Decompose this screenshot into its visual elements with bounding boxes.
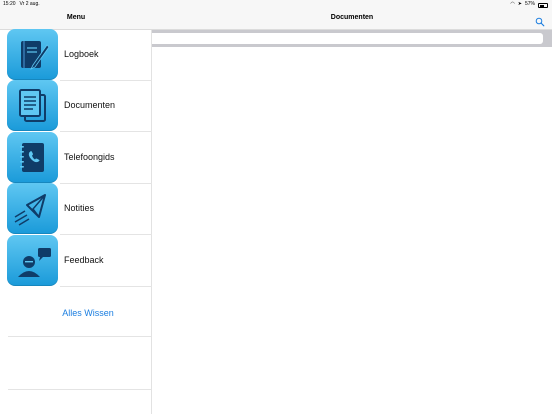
phonebook-icon: [7, 132, 58, 183]
sidebar-item-logboek[interactable]: Logboek: [0, 29, 152, 81]
clear-all-button[interactable]: Alles Wissen: [30, 308, 146, 318]
wifi-icon: ◠: [510, 1, 515, 7]
sidebar-item-label: Logboek: [64, 49, 99, 59]
divider: [8, 389, 151, 390]
status-bar: 15:20 Vr 2 aug. ◠ ➤ 57%: [0, 0, 552, 9]
feedback-person-icon: [7, 235, 58, 286]
paper-plane-icon: [7, 183, 58, 234]
search-button[interactable]: [535, 14, 545, 27]
sidebar-item-label: Feedback: [64, 255, 104, 265]
location-icon: ➤: [517, 1, 522, 7]
battery-percent: 57%: [524, 1, 535, 7]
sidebar: Menu Logboek Documenten Telefoongids Not…: [0, 0, 152, 414]
search-icon: [535, 17, 545, 27]
document-list: [152, 47, 552, 414]
notebook-pen-icon: [7, 29, 58, 80]
search-input[interactable]: [152, 33, 543, 44]
sidebar-item-label: Notities: [64, 203, 95, 213]
search-bar: [152, 30, 552, 47]
documents-icon: [7, 80, 58, 131]
divider: [8, 336, 151, 337]
sidebar-item-feedback[interactable]: Feedback: [0, 235, 152, 287]
sidebar-item-label: Documenten: [64, 100, 116, 110]
sidebar-item-telefoongids[interactable]: Telefoongids: [0, 132, 152, 184]
status-date: Vr 2 aug.: [19, 1, 40, 7]
sidebar-item-label: Telefoongids: [64, 152, 115, 162]
status-time: 15:20: [3, 1, 16, 7]
page-title: Documenten: [330, 14, 374, 21]
battery-icon: [538, 3, 548, 8]
sidebar-item-notities[interactable]: Notities: [0, 183, 152, 235]
sidebar-title: Menu: [66, 14, 86, 21]
sidebar-item-documenten[interactable]: Documenten: [0, 80, 152, 132]
battery-fill: [539, 4, 545, 7]
